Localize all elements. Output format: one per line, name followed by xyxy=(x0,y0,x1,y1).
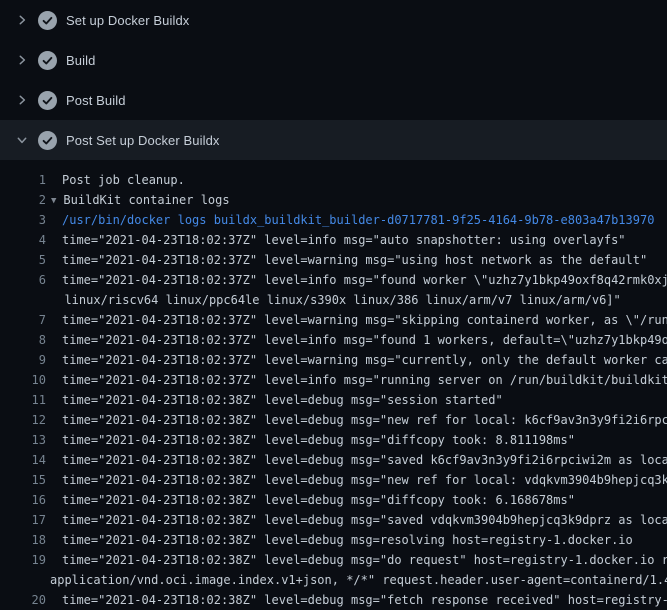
log-row: 11 time="2021-04-23T18:02:38Z" level=deb… xyxy=(0,390,667,410)
log-line-number[interactable]: 13 xyxy=(0,430,46,450)
log-row: 5 time="2021-04-23T18:02:37Z" level=warn… xyxy=(0,250,667,270)
log-line-number[interactable]: 7 xyxy=(0,310,46,330)
log-line-text: Post job cleanup. xyxy=(46,170,185,190)
check-circle-icon xyxy=(38,91,57,110)
step-row-build[interactable]: Build xyxy=(0,40,667,80)
step-label: Post Set up Docker Buildx xyxy=(66,133,220,148)
log-line-number[interactable]: 20 xyxy=(0,590,46,610)
log-line-number xyxy=(0,570,46,590)
step-label: Build xyxy=(66,53,95,68)
chevron-right-icon xyxy=(16,94,28,106)
log-line-number[interactable]: 14 xyxy=(0,450,46,470)
check-circle-icon xyxy=(38,131,57,150)
step-row-post-set-up-docker-buildx[interactable]: Post Set up Docker Buildx xyxy=(0,120,667,160)
log-row: 9 time="2021-04-23T18:02:37Z" level=warn… xyxy=(0,350,667,370)
log-row: linux/riscv64 linux/ppc64le linux/s390x … xyxy=(0,290,667,310)
log-row: 15 time="2021-04-23T18:02:38Z" level=deb… xyxy=(0,470,667,490)
log-line-text: ▼ BuildKit container logs xyxy=(46,190,230,210)
log-row: 8 time="2021-04-23T18:02:37Z" level=info… xyxy=(0,330,667,350)
check-circle-icon xyxy=(38,11,57,30)
log-line-number[interactable]: 12 xyxy=(0,410,46,430)
log-row: 6 time="2021-04-23T18:02:37Z" level=info… xyxy=(0,270,667,290)
log-row: 7 time="2021-04-23T18:02:37Z" level=warn… xyxy=(0,310,667,330)
log-line-text: linux/riscv64 linux/ppc64le linux/s390x … xyxy=(46,290,621,310)
log-line-number[interactable]: 17 xyxy=(0,510,46,530)
step-label: Set up Docker Buildx xyxy=(66,13,189,28)
log-line-text: time="2021-04-23T18:02:37Z" level=info m… xyxy=(46,270,667,290)
log-group-label[interactable]: BuildKit container logs xyxy=(63,193,229,207)
log-line-number[interactable]: 6 xyxy=(0,270,46,290)
step-row-set-up-docker-buildx[interactable]: Set up Docker Buildx xyxy=(0,0,667,40)
steps-list: Set up Docker Buildx Build xyxy=(0,0,667,160)
log-line-number[interactable]: 8 xyxy=(0,330,46,350)
log-line-number[interactable]: 10 xyxy=(0,370,46,390)
log-line-text: time="2021-04-23T18:02:37Z" level=info m… xyxy=(46,330,667,350)
log-line-text: time="2021-04-23T18:02:37Z" level=warnin… xyxy=(46,310,667,330)
log-row: 10 time="2021-04-23T18:02:37Z" level=inf… xyxy=(0,370,667,390)
log-line-text: time="2021-04-23T18:02:37Z" level=warnin… xyxy=(46,350,667,370)
log-line-text: time="2021-04-23T18:02:38Z" level=debug … xyxy=(46,390,503,410)
log-line-text: time="2021-04-23T18:02:38Z" level=debug … xyxy=(46,410,667,430)
log-line-text: time="2021-04-23T18:02:38Z" level=debug … xyxy=(46,490,575,510)
log-line-number[interactable]: 15 xyxy=(0,470,46,490)
log-line-text: time="2021-04-23T18:02:38Z" level=debug … xyxy=(46,470,667,490)
log-line-number[interactable]: 18 xyxy=(0,530,46,550)
log-line-text: time="2021-04-23T18:02:37Z" level=info m… xyxy=(46,370,667,390)
log-line-number[interactable]: 3 xyxy=(0,210,46,230)
log-row: 19 time="2021-04-23T18:02:38Z" level=deb… xyxy=(0,550,667,570)
log-row: 18 time="2021-04-23T18:02:38Z" level=deb… xyxy=(0,530,667,550)
log-line-number[interactable]: 5 xyxy=(0,250,46,270)
log-line-number xyxy=(0,290,46,310)
log-line-number[interactable]: 9 xyxy=(0,350,46,370)
log-row: 20 time="2021-04-23T18:02:38Z" level=deb… xyxy=(0,590,667,610)
log-line-number[interactable]: 4 xyxy=(0,230,46,250)
log-line-text: time="2021-04-23T18:02:38Z" level=debug … xyxy=(46,550,667,570)
chevron-down-icon xyxy=(16,134,28,146)
step-row-post-build[interactable]: Post Build xyxy=(0,80,667,120)
log-row: 1 Post job cleanup. xyxy=(0,170,667,190)
log-line-number[interactable]: 11 xyxy=(0,390,46,410)
log-area[interactable]: 1 Post job cleanup. 2 ▼ BuildKit containe… xyxy=(0,160,667,610)
chevron-right-icon xyxy=(16,54,28,66)
check-circle-icon xyxy=(38,51,57,70)
log-line-number[interactable]: 19 xyxy=(0,550,46,570)
log-line-text: time="2021-04-23T18:02:38Z" level=debug … xyxy=(46,510,667,530)
log-line-text: time="2021-04-23T18:02:38Z" level=debug … xyxy=(46,530,633,550)
log-row: 12 time="2021-04-23T18:02:38Z" level=deb… xyxy=(0,410,667,430)
log-row: 16 time="2021-04-23T18:02:38Z" level=deb… xyxy=(0,490,667,510)
log-row: 17 time="2021-04-23T18:02:38Z" level=deb… xyxy=(0,510,667,530)
chevron-right-icon xyxy=(16,14,28,26)
log-row: 14 time="2021-04-23T18:02:38Z" level=deb… xyxy=(0,450,667,470)
log-row: 13 time="2021-04-23T18:02:38Z" level=deb… xyxy=(0,430,667,450)
log-row: application/vnd.oci.image.index.v1+json,… xyxy=(0,570,667,590)
log-line-text: time="2021-04-23T18:02:37Z" level=info m… xyxy=(46,230,626,250)
log-line-text: time="2021-04-23T18:02:37Z" level=warnin… xyxy=(46,250,647,270)
log-row: 4 time="2021-04-23T18:02:37Z" level=info… xyxy=(0,230,667,250)
step-label: Post Build xyxy=(66,93,126,108)
log-line-text: time="2021-04-23T18:02:38Z" level=debug … xyxy=(46,590,667,610)
log-line-number[interactable]: 2 xyxy=(0,190,46,210)
log-command-text: /usr/bin/docker logs buildx_buildkit_bui… xyxy=(46,210,654,230)
log-row: 2 ▼ BuildKit container logs xyxy=(0,190,667,210)
log-line-number[interactable]: 1 xyxy=(0,170,46,190)
log-group-toggle-icon[interactable]: ▼ xyxy=(51,191,56,210)
log-line-text: application/vnd.oci.image.index.v1+json,… xyxy=(46,570,667,590)
log-row: 3 /usr/bin/docker logs buildx_buildkit_b… xyxy=(0,210,667,230)
log-line-number[interactable]: 16 xyxy=(0,490,46,510)
log-line-text: time="2021-04-23T18:02:38Z" level=debug … xyxy=(46,430,575,450)
log-line-text: time="2021-04-23T18:02:38Z" level=debug … xyxy=(46,450,667,470)
